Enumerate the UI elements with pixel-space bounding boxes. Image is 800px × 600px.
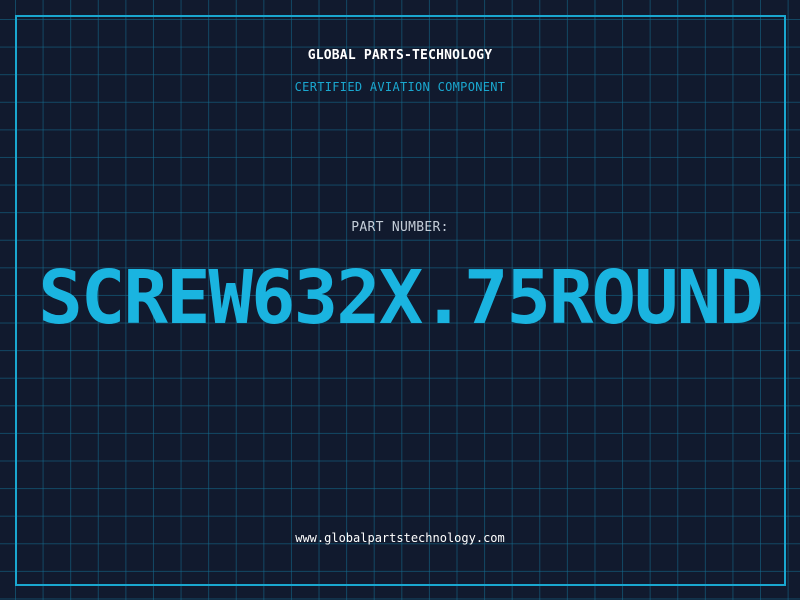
part-number-value: SCREW632X.75ROUND bbox=[38, 255, 763, 341]
label-card: GLOBAL PARTS-TECHNOLOGY CERTIFIED AVIATI… bbox=[0, 0, 800, 600]
part-number-label: PART NUMBER: bbox=[351, 220, 449, 235]
company-name: GLOBAL PARTS-TECHNOLOGY bbox=[307, 48, 493, 63]
website-url: www.globalpartstechnology.com bbox=[295, 531, 505, 545]
certification-subtitle: CERTIFIED AVIATION COMPONENT bbox=[294, 80, 506, 94]
